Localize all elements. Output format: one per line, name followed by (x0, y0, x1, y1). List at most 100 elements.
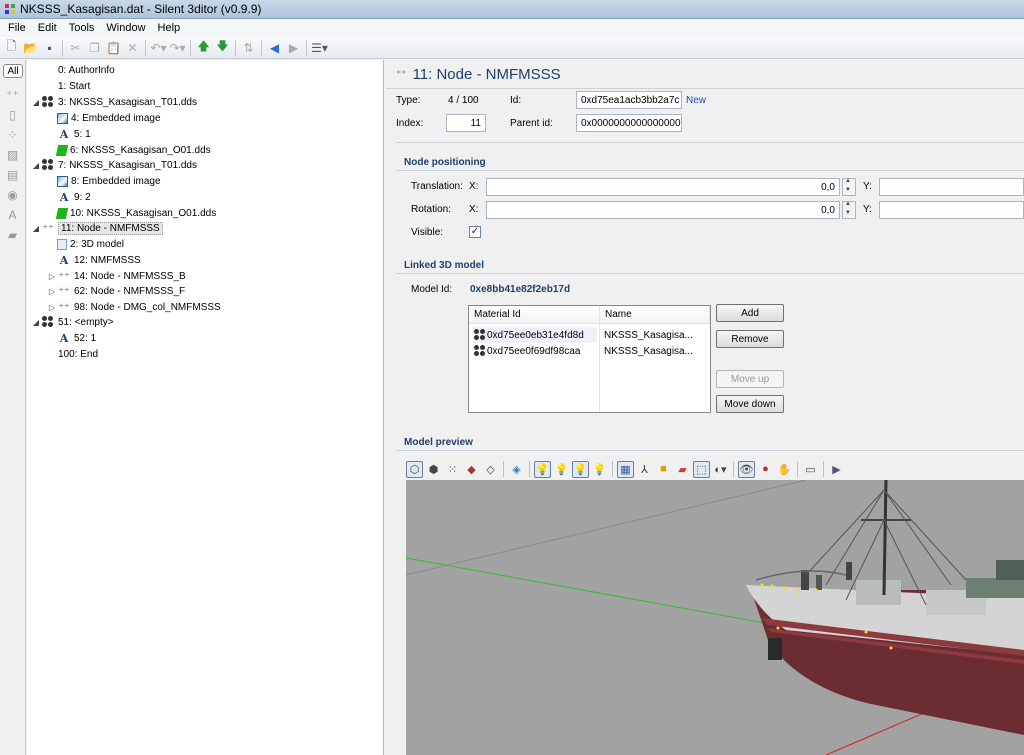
light-bulb-icon[interactable]: 💡 (553, 461, 570, 478)
material-name-cell[interactable]: NKSSS_Kasagisa... (604, 343, 709, 359)
rotation-y-field[interactable] (879, 201, 1024, 219)
paste-icon[interactable]: 📋 (105, 39, 122, 56)
rotation-x-spinner[interactable] (842, 201, 856, 219)
cut-icon[interactable]: ✂ (67, 39, 84, 56)
filter-text-icon[interactable]: A (5, 208, 20, 222)
tree-item[interactable]: 10: NKSSS_Kasagisan_O01.dds (47, 205, 216, 221)
menu-edit[interactable]: Edit (32, 22, 63, 34)
expand-arrow-icon[interactable]: ▷ (47, 272, 57, 281)
menu-tools[interactable]: Tools (63, 22, 101, 34)
sort-icon[interactable]: ⇅ (240, 39, 257, 56)
hand-icon[interactable]: ✋ (776, 461, 793, 478)
collapse-arrow-icon[interactable]: ◢ (31, 161, 41, 170)
header-divider (386, 88, 1024, 89)
box-icon[interactable]: ■ (655, 461, 672, 478)
expand-arrow-icon[interactable]: ▷ (47, 287, 57, 296)
redo-icon[interactable]: ↷▾ (169, 39, 186, 56)
wireframe-cube-icon[interactable]: ⬢ (425, 461, 442, 478)
material-name-cell[interactable]: NKSSS_Kasagisa... (604, 327, 709, 343)
grid-icon[interactable]: ▦ (617, 460, 634, 478)
collapse-arrow-icon[interactable]: ◢ (31, 98, 41, 107)
view-menu-icon[interactable]: ☰▾ (311, 39, 328, 56)
filter-document-icon[interactable]: ▤ (5, 168, 20, 182)
points-icon[interactable]: ⁙ (444, 461, 461, 478)
filter-texture-icon[interactable]: ▰ (5, 228, 20, 242)
open-folder-icon[interactable]: 📂 (22, 39, 39, 56)
id-field[interactable]: 0xd75ea1acb3bb2a7c (576, 91, 682, 109)
plane-icon[interactable]: ▰ (674, 461, 691, 478)
add-button[interactable]: Add (716, 304, 784, 322)
tree-item[interactable]: ▷ ⁺⁺ 62: Node - NMFMSSS_F (47, 283, 185, 299)
tree-item[interactable]: 6: NKSSS_Kasagisan_O01.dds (47, 142, 211, 158)
tree-item[interactable]: A 52: 1 (47, 330, 97, 346)
tree-item[interactable]: 2: 3D model (47, 236, 124, 252)
translation-x-spinner[interactable] (842, 178, 856, 196)
rotation-x-field[interactable]: 0,0 (486, 201, 840, 219)
undo-icon[interactable]: ↶▾ (150, 39, 167, 56)
shading-icon[interactable]: ◐▾ (712, 461, 729, 478)
index-field[interactable]: 11 (446, 114, 486, 132)
tree-item[interactable]: A 12: NMFMSSS (47, 252, 141, 268)
tree-item[interactable]: A 5: 1 (47, 126, 91, 142)
menu-help[interactable]: Help (152, 22, 187, 34)
move-up-button[interactable]: Move up (716, 370, 784, 388)
tree-item[interactable]: 8: Embedded image (47, 173, 161, 189)
solid-cube-icon[interactable]: ◆ (463, 461, 480, 478)
model-preview-viewport[interactable] (406, 480, 1024, 755)
back-icon[interactable]: ◀ (266, 39, 283, 56)
axes-icon[interactable]: ⅄ (636, 461, 653, 478)
tree-item[interactable]: 4: Embedded image (47, 110, 161, 126)
tree-item[interactable]: ◢ 7: NKSSS_Kasagisan_T01.dds (31, 157, 197, 173)
transparent-cube-icon[interactable]: ◇ (482, 461, 499, 478)
bounding-box-icon[interactable]: ⬚ (693, 460, 710, 478)
shapes-icon[interactable]: ◈ (508, 461, 525, 478)
tree-item[interactable]: ▷ ⁺⁺ 14: Node - NMFMSSS_B (47, 268, 186, 284)
play-icon[interactable]: ▶ (828, 461, 845, 478)
tree-item[interactable]: 100: End (31, 346, 98, 362)
image-icon (57, 175, 68, 187)
filter-light-icon[interactable]: ◉ (5, 188, 20, 202)
light-bulb-icon[interactable]: 💡 (591, 461, 608, 478)
forward-icon[interactable]: ▶ (285, 39, 302, 56)
parent-id-field[interactable]: 0x0000000000000000 (576, 114, 682, 132)
tree-item[interactable]: 1: Start (31, 78, 90, 94)
collapse-arrow-icon[interactable]: ◢ (31, 224, 41, 233)
move-down-icon[interactable]: 🡇 (214, 39, 231, 56)
menu-window[interactable]: Window (100, 22, 151, 34)
visible-checkbox[interactable]: ✓ (469, 226, 481, 238)
column-header-name[interactable]: Name (600, 306, 710, 324)
move-down-button[interactable]: Move down (716, 395, 784, 413)
light-bulb-icon[interactable]: 💡 (572, 460, 589, 478)
new-id-link[interactable]: New (686, 95, 706, 106)
move-up-icon[interactable]: 🡅 (195, 39, 212, 56)
column-header-material-id[interactable]: Material Id (469, 306, 600, 324)
filter-model-icon[interactable]: ▯ (5, 108, 20, 122)
tree-item[interactable]: ◢ 51: <empty> (31, 314, 114, 330)
tree-item[interactable]: A 9: 2 (47, 189, 91, 205)
tree-item[interactable]: 0: AuthorInfo (31, 62, 115, 78)
delete-icon[interactable]: ✕ (124, 39, 141, 56)
collapse-arrow-icon[interactable]: ◢ (31, 318, 41, 327)
light-bulb-icon[interactable]: 💡 (534, 460, 551, 478)
view-cube-icon[interactable]: ⬡ (406, 460, 423, 478)
new-file-icon[interactable]: 🗋 (3, 39, 20, 56)
save-icon[interactable]: ▪ (41, 39, 58, 56)
tree-item[interactable]: ◢ 3: NKSSS_Kasagisan_T01.dds (31, 94, 197, 110)
eye-icon[interactable]: 👁 (738, 460, 755, 478)
tree-item[interactable]: ▷ ⁺⁺ 98: Node - DMG_col_NMFMSSS (47, 299, 221, 315)
translation-y-field[interactable] (879, 178, 1024, 196)
material-preview-icon[interactable]: ● (757, 461, 774, 478)
table-row[interactable]: 0xd75ee0eb31e4fd8d (473, 327, 597, 343)
filter-node-icon[interactable]: ⁺⁺ (5, 88, 20, 102)
translation-x-field[interactable]: 0,0 (486, 178, 840, 196)
copy-icon[interactable]: ❐ (86, 39, 103, 56)
menu-file[interactable]: File (2, 22, 32, 34)
remove-button[interactable]: Remove (716, 330, 784, 348)
expand-arrow-icon[interactable]: ▷ (47, 303, 57, 312)
camera-icon[interactable]: ▭ (802, 461, 819, 478)
filter-image-icon[interactable]: ▨ (5, 148, 20, 162)
filter-all-button[interactable]: All (3, 64, 23, 78)
tree-item[interactable]: ◢ ⁺⁺ 11: Node - NMFMSSS (31, 220, 163, 236)
table-row[interactable]: 0xd75ee0f69df98caa (473, 343, 597, 359)
filter-material-icon[interactable]: ⁘ (5, 128, 20, 142)
